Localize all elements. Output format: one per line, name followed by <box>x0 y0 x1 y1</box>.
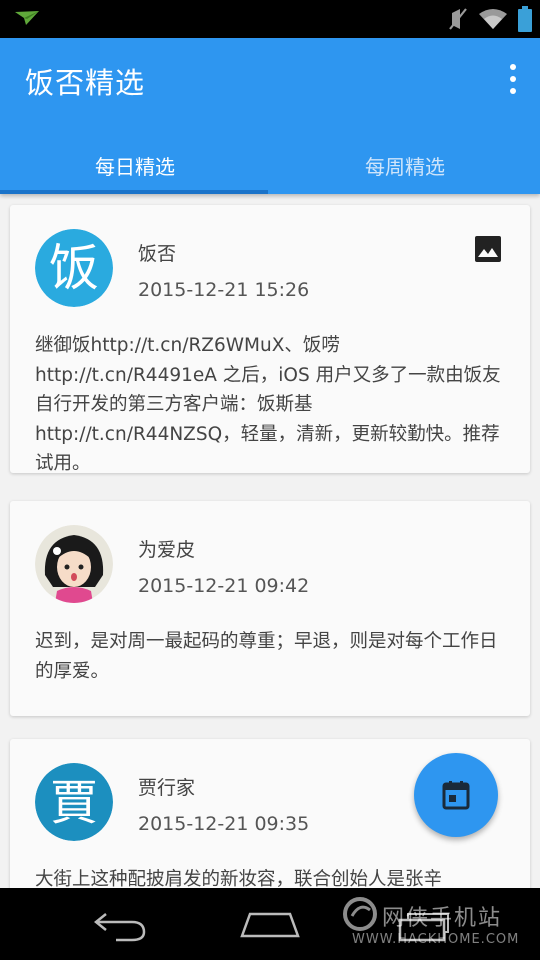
paper-plane-icon <box>15 11 39 25</box>
post-text: 继御饭http://t.cn/RZ6WMuX、饭唠http://t.cn/R44… <box>35 335 501 474</box>
home-icon[interactable] <box>240 910 300 940</box>
mute-icon <box>449 8 467 30</box>
avatar[interactable] <box>35 525 113 603</box>
post-author[interactable]: 饭否 <box>138 239 176 266</box>
post-card[interactable]: 饭 饭否 2015-12-21 15:26 继御饭http://t.cn/RZ6… <box>10 205 530 474</box>
post-author[interactable]: 贾行家 <box>138 773 195 800</box>
post-author[interactable]: 为爱皮 <box>138 535 195 562</box>
watermark-text-cn: 网侠手机站 <box>382 906 503 931</box>
battery-icon <box>518 6 532 32</box>
post-time: 2015-12-21 15:26 <box>138 279 310 301</box>
tab-weekly[interactable]: 每周精选 <box>270 136 540 194</box>
tab-daily[interactable]: 每日精选 <box>0 136 270 194</box>
tab-indicator <box>0 190 268 194</box>
watermark: 网侠手机站 WWW.HACKHOME.COM <box>342 894 532 956</box>
avatar-char: 賈 <box>50 775 98 831</box>
more-vert-icon[interactable] <box>506 64 520 94</box>
calendar-icon <box>442 781 470 810</box>
app-bar: 饭否精选 每日精选 每周精选 <box>0 38 540 194</box>
back-icon[interactable] <box>92 904 148 944</box>
post-text: 迟到，是对周一最起码的尊重；早退，则是对每个工作日的厚爱。 <box>35 631 498 682</box>
app-title: 饭否精选 <box>25 66 146 100</box>
avatar[interactable]: 賈 <box>35 763 113 841</box>
wifi-icon <box>479 9 507 29</box>
image-icon[interactable] <box>474 235 502 263</box>
avatar[interactable]: 饭 <box>35 229 113 307</box>
status-bar <box>0 0 540 38</box>
post-text: 大街上这种配披肩发的新妆容，联合创始人是张辛 <box>35 869 443 888</box>
post-card[interactable]: 为爱皮 2015-12-21 09:42 迟到，是对周一最起码的尊重；早退，则是… <box>10 501 530 716</box>
watermark-logo-icon <box>343 897 377 931</box>
calendar-fab-button[interactable] <box>414 753 498 837</box>
post-time: 2015-12-21 09:42 <box>138 575 310 597</box>
tab-bar: 每日精选 每周精选 <box>0 136 540 194</box>
watermark-text-en: WWW.HACKHOME.COM <box>352 932 520 947</box>
navigation-bar: 网侠手机站 WWW.HACKHOME.COM <box>0 888 540 960</box>
post-time: 2015-12-21 09:35 <box>138 813 310 835</box>
avatar-char: 饭 <box>49 239 99 297</box>
